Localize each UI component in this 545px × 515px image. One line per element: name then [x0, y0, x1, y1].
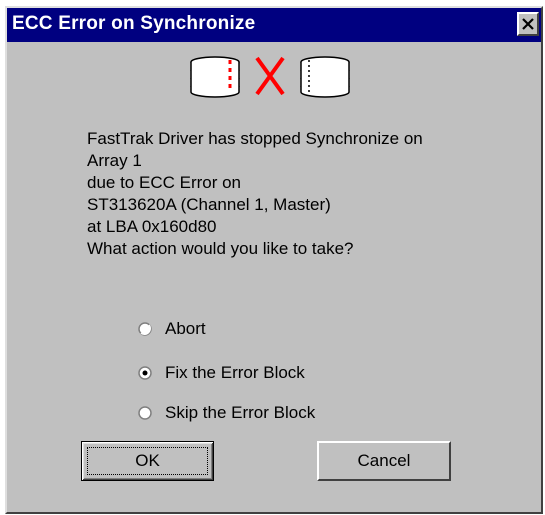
- title-bar[interactable]: ECC Error on Synchronize: [7, 8, 541, 42]
- message-line: Array 1: [87, 151, 142, 170]
- radio-selected-dot: [142, 370, 148, 376]
- radio-button[interactable]: [138, 366, 152, 380]
- radio-label: Skip the Error Block: [165, 403, 316, 422]
- disk-array-error-icon: [185, 52, 365, 102]
- dialog-title: ECC Error on Synchronize: [12, 13, 256, 34]
- red-x-icon: [255, 56, 285, 96]
- close-button[interactable]: [517, 12, 539, 36]
- message-line: What action would you like to take?: [87, 239, 354, 258]
- radio-label: Fix the Error Block: [165, 363, 305, 382]
- radio-button[interactable]: [138, 406, 152, 420]
- radio-label: Abort: [165, 319, 206, 338]
- message-line: due to ECC Error on: [87, 173, 242, 192]
- message-line: ST313620A (Channel 1, Master): [87, 195, 331, 214]
- focus-rectangle: [87, 447, 208, 475]
- close-icon: [522, 18, 534, 30]
- ok-button[interactable]: OK: [81, 441, 214, 481]
- left-disk-stack-icon: [190, 56, 240, 98]
- ecc-error-dialog: ECC Error on Synchronize FastTrak Driver…: [5, 6, 543, 514]
- radio-skip-error-block[interactable]: Skip the Error Block: [138, 403, 315, 423]
- radio-abort[interactable]: Abort: [138, 319, 206, 339]
- message-line: FastTrak Driver has stopped Synchronize …: [87, 129, 423, 148]
- radio-fix-error-block[interactable]: Fix the Error Block: [138, 363, 305, 383]
- radio-button[interactable]: [138, 322, 152, 336]
- right-disk-stack-icon: [300, 56, 350, 98]
- error-message: FastTrak Driver has stopped Synchronize …: [87, 128, 507, 260]
- cancel-button[interactable]: Cancel: [317, 441, 451, 481]
- cancel-button-label: Cancel: [357, 451, 411, 470]
- message-line: at LBA 0x160d80: [87, 217, 217, 236]
